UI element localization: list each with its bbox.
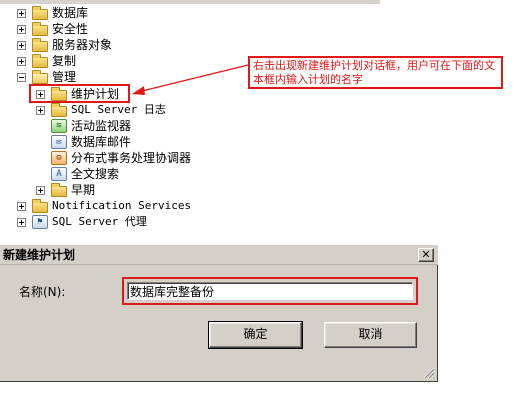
folder-icon: [32, 5, 48, 20]
tree-item-label: 分布式事务处理协调器: [71, 151, 192, 165]
folder-icon: [51, 102, 67, 117]
tree-item-database-mail[interactable]: ✉ 数据库邮件: [36, 134, 131, 150]
expand-icon[interactable]: [17, 40, 26, 50]
tree-item-replication[interactable]: 复制: [17, 53, 76, 69]
annotation-callout: 右击出现新建维护计划对话框，用户可在下面的文本框内输入计划的名字: [248, 56, 503, 89]
tree-item-label: 全文搜索: [71, 167, 120, 181]
tree-item-dtc[interactable]: ⚙ 分布式事务处理协调器: [36, 150, 191, 166]
dialog-title: 新建维护计划: [3, 248, 76, 262]
ok-button[interactable]: 确定: [208, 321, 303, 349]
folder-icon: [32, 53, 48, 68]
tree-item-label: 活动监视器: [71, 119, 132, 133]
tree-item-label: 早期: [71, 183, 96, 197]
name-label: 名称(N):: [19, 285, 66, 299]
folder-icon: [32, 21, 48, 36]
dtc-icon: ⚙: [51, 151, 67, 165]
tree-item-label: 管理: [52, 70, 77, 84]
expand-icon[interactable]: [36, 105, 45, 115]
tree-item-label: SQL Server 代理: [52, 215, 147, 228]
highlight-frame-maintenance-plans: [29, 84, 130, 103]
tree-item-notification-services[interactable]: Notification Services: [17, 198, 191, 214]
expand-icon[interactable]: [17, 201, 26, 211]
tree-item-databases[interactable]: 数据库: [17, 5, 88, 21]
tree-item-label: 复制: [52, 54, 77, 68]
expand-icon[interactable]: [36, 185, 45, 195]
sql-agent-icon: ⚑: [32, 215, 48, 229]
object-explorer-tree: 数据库 安全性 服务器对象 复制 管理 维护计划 SQL Server 日志 ≋: [0, 0, 532, 240]
cancel-button[interactable]: 取消: [324, 322, 417, 348]
tree-item-activity-monitor[interactable]: ≋ 活动监视器: [36, 118, 131, 134]
tree-item-legacy[interactable]: 早期: [36, 182, 95, 198]
tree-item-label: SQL Server 日志: [71, 103, 166, 116]
activity-monitor-icon: ≋: [51, 119, 67, 133]
collapse-icon[interactable]: [17, 72, 26, 82]
tree-item-label: 数据库: [52, 6, 89, 20]
tree-item-sql-server-agent[interactable]: ⚑ SQL Server 代理: [17, 214, 147, 230]
expand-icon[interactable]: [17, 8, 26, 18]
close-button[interactable]: ✕: [418, 248, 434, 262]
folder-open-icon: [32, 69, 48, 84]
fulltext-search-icon: A: [51, 167, 67, 181]
folder-icon: [32, 37, 48, 52]
dialog-titlebar[interactable]: 新建维护计划 ✕: [0, 245, 438, 265]
tree-item-security[interactable]: 安全性: [17, 21, 88, 37]
tree-item-server-objects[interactable]: 服务器对象: [17, 37, 112, 53]
tree-item-label: Notification Services: [52, 199, 192, 212]
tree-item-label: 安全性: [52, 22, 89, 36]
folder-icon: [32, 198, 48, 213]
highlight-frame-name-field: [122, 277, 418, 305]
folder-icon: [51, 182, 67, 197]
close-icon: ✕: [421, 248, 431, 261]
tree-item-label: 数据库邮件: [71, 135, 132, 149]
database-mail-icon: ✉: [51, 135, 67, 149]
tree-item-management[interactable]: 管理: [17, 69, 76, 85]
expand-icon[interactable]: [17, 56, 26, 66]
annotation-text: 右击出现新建维护计划对话框，用户可在下面的文本框内输入计划的名字: [253, 59, 495, 86]
resize-grip-icon[interactable]: [423, 367, 435, 379]
new-maintenance-plan-dialog: 新建维护计划 ✕ 名称(N): 确定 取消: [0, 245, 438, 382]
expand-icon[interactable]: [17, 24, 26, 34]
expand-icon[interactable]: [17, 217, 26, 227]
tree-item-fulltext-search[interactable]: A 全文搜索: [36, 166, 119, 182]
plan-name-input[interactable]: [127, 282, 413, 300]
tree-item-label: 服务器对象: [52, 38, 113, 52]
tree-item-sql-server-logs[interactable]: SQL Server 日志: [36, 102, 166, 118]
